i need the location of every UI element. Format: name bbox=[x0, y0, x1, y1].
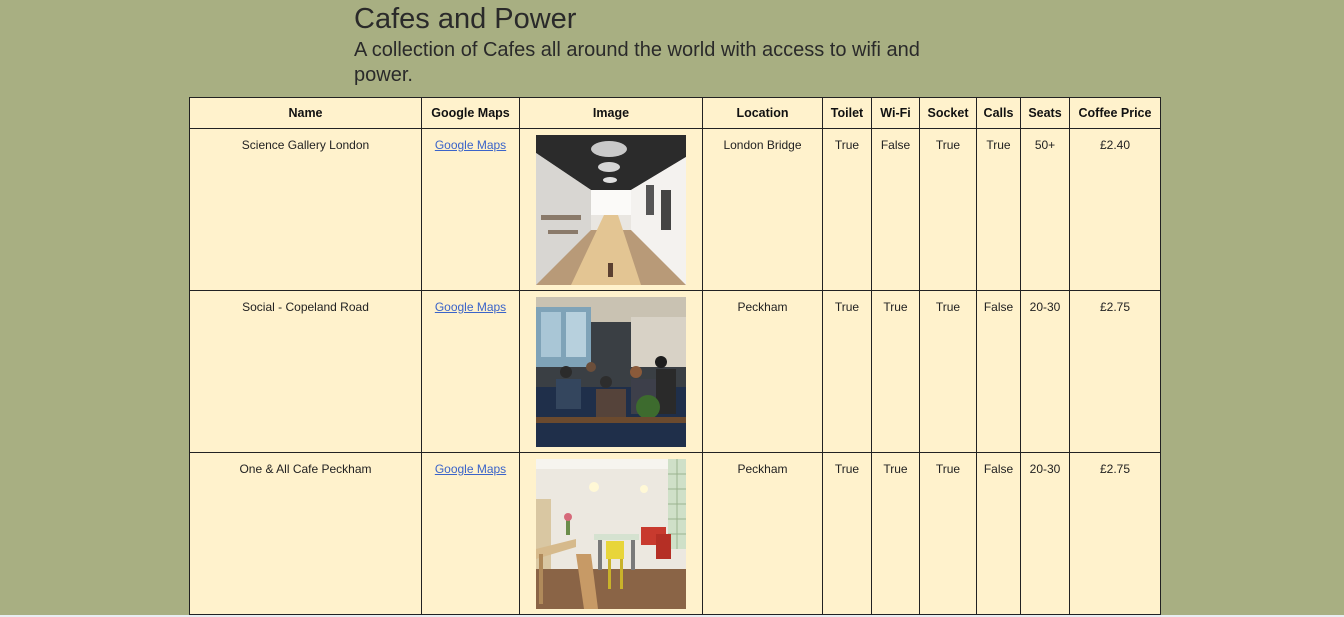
cafe-bright-room-photo bbox=[536, 459, 686, 609]
cafe-seats: 20-30 bbox=[1020, 452, 1070, 615]
cafe-toilet: True bbox=[822, 290, 872, 453]
google-maps-link[interactable]: Google Maps bbox=[435, 462, 506, 476]
cafe-name: One & All Cafe Peckham bbox=[189, 452, 422, 615]
google-maps-link[interactable]: Google Maps bbox=[435, 138, 506, 152]
cafe-busy-interior-photo bbox=[536, 297, 686, 447]
cafe-socket: True bbox=[919, 290, 977, 453]
column-header-location: Location bbox=[702, 97, 823, 129]
cafe-toilet: True bbox=[822, 128, 872, 291]
cafes-table-wrapper: Name Google Maps Image Location Toilet W… bbox=[189, 97, 1161, 615]
image-cell bbox=[519, 128, 703, 291]
cafe-calls: True bbox=[976, 128, 1021, 291]
page: Cafes and Power A collection of Cafes al… bbox=[0, 0, 1344, 617]
page-header: Cafes and Power A collection of Cafes al… bbox=[354, 0, 994, 88]
cafe-seats: 50+ bbox=[1020, 128, 1070, 291]
maps-cell: Google Maps bbox=[421, 128, 520, 291]
cafe-location: Peckham bbox=[702, 290, 823, 453]
table-row: Science Gallery London Google Maps Londo… bbox=[189, 128, 1161, 291]
cafe-socket: True bbox=[919, 128, 977, 291]
image-cell bbox=[519, 452, 703, 615]
cafe-socket: True bbox=[919, 452, 977, 615]
image-cell bbox=[519, 290, 703, 453]
page-subtitle: A collection of Cafes all around the wor… bbox=[354, 39, 920, 86]
table-row: Social - Copeland Road Google Maps Peckh… bbox=[189, 290, 1161, 453]
cafe-location: London Bridge bbox=[702, 128, 823, 291]
table-row: One & All Cafe Peckham Google Maps Peckh… bbox=[189, 452, 1161, 615]
column-header-name: Name bbox=[189, 97, 422, 129]
cafe-wifi: False bbox=[871, 128, 920, 291]
cafe-seats: 20-30 bbox=[1020, 290, 1070, 453]
cafe-wifi: True bbox=[871, 290, 920, 453]
column-header-image: Image bbox=[519, 97, 703, 129]
maps-cell: Google Maps bbox=[421, 290, 520, 453]
column-header-wifi: Wi-Fi bbox=[871, 97, 920, 129]
cafe-coffee-price: £2.75 bbox=[1069, 290, 1161, 453]
cafe-toilet: True bbox=[822, 452, 872, 615]
cafe-location: Peckham bbox=[702, 452, 823, 615]
cafe-coffee-price: £2.40 bbox=[1069, 128, 1161, 291]
column-header-coffee-price: Coffee Price bbox=[1069, 97, 1161, 129]
google-maps-link[interactable]: Google Maps bbox=[435, 300, 506, 314]
column-header-google-maps: Google Maps bbox=[421, 97, 520, 129]
cafe-name: Social - Copeland Road bbox=[189, 290, 422, 453]
column-header-toilet: Toilet bbox=[822, 97, 872, 129]
cafe-calls: False bbox=[976, 452, 1021, 615]
table-header-row: Name Google Maps Image Location Toilet W… bbox=[189, 97, 1161, 129]
column-header-seats: Seats bbox=[1020, 97, 1070, 129]
cafes-table: Name Google Maps Image Location Toilet W… bbox=[189, 97, 1161, 615]
maps-cell: Google Maps bbox=[421, 452, 520, 615]
cafe-calls: False bbox=[976, 290, 1021, 453]
cafe-name: Science Gallery London bbox=[189, 128, 422, 291]
column-header-calls: Calls bbox=[976, 97, 1021, 129]
cafe-long-hall-photo bbox=[536, 135, 686, 285]
page-title: Cafes and Power bbox=[354, 3, 577, 35]
cafe-coffee-price: £2.75 bbox=[1069, 452, 1161, 615]
column-header-socket: Socket bbox=[919, 97, 977, 129]
cafe-wifi: True bbox=[871, 452, 920, 615]
